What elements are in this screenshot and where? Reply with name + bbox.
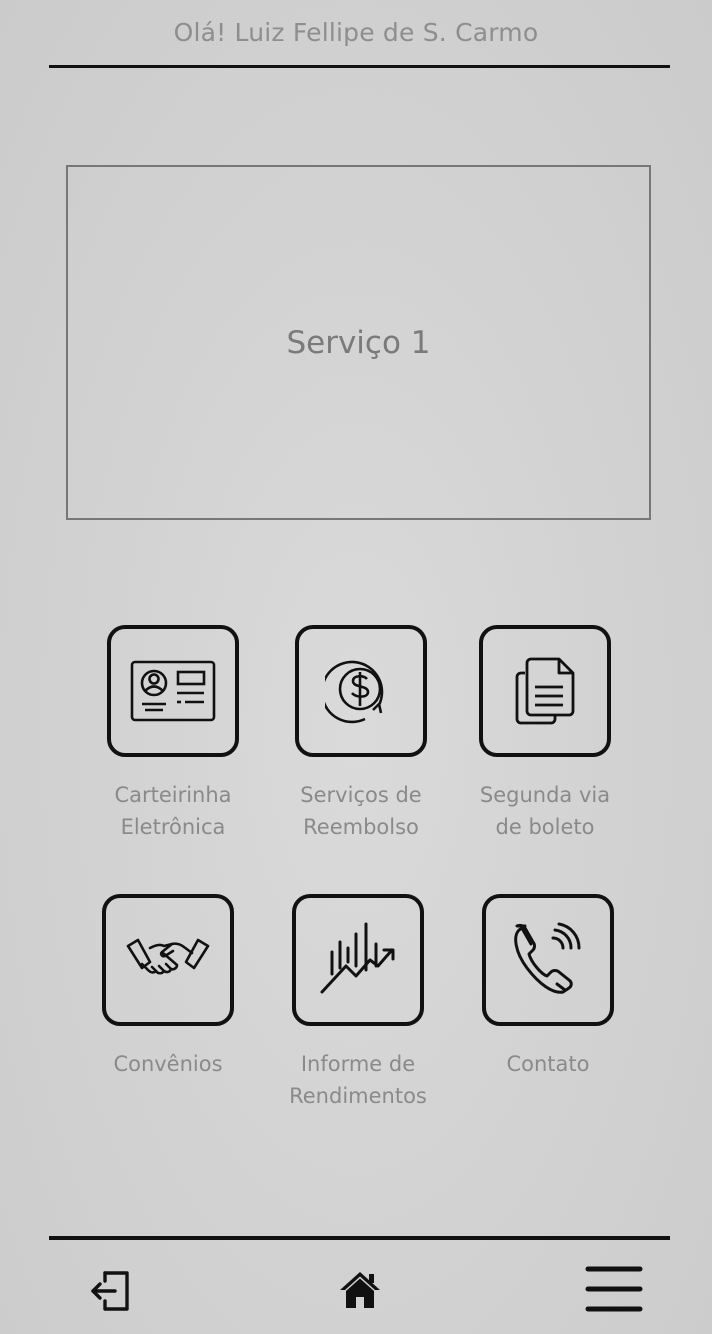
tile-carteirinha-label: Carteirinha Eletrônica [114,783,232,839]
phone-icon [514,922,581,994]
tile-contato-label: Contato [506,1052,590,1076]
tile-boleto-box[interactable] [479,625,611,757]
logout-button[interactable] [86,1266,136,1316]
id-card-icon [130,660,216,722]
logout-icon [91,1271,129,1311]
tile-carteirinha[interactable]: Carteirinha Eletrônica [73,625,273,843]
tile-reembolso-box[interactable] [295,625,427,757]
tile-reembolso-label: Serviços de Reembolso [300,783,422,839]
tile-carteirinha-box[interactable] [107,625,239,757]
tile-rendimentos[interactable]: Informe de Rendimentos [258,894,458,1112]
growth-chart-icon [320,922,395,994]
greeting: Olá! Luiz Fellipe de S. Carmo [173,18,539,47]
documents-icon [515,657,575,725]
tile-convenios-box[interactable] [102,894,234,1026]
refund-icon [325,660,384,724]
service-banner-label: Serviço 1 [286,324,431,361]
tile-boleto[interactable]: Segunda via de boleto [445,625,645,843]
tile-rendimentos-label: Informe de Rendimentos [289,1052,427,1108]
footer-divider [49,1236,670,1240]
menu-button[interactable] [584,1262,644,1316]
tile-convenios[interactable]: Convênios [68,894,268,1080]
home-icon [340,1272,380,1308]
home-button[interactable] [336,1266,384,1314]
tile-convenios-label: Convênios [113,1052,223,1076]
tile-boleto-label: Segunda via de boleto [479,783,611,839]
handshake-icon [126,938,210,975]
tile-rendimentos-box[interactable] [292,894,424,1026]
tile-reembolso[interactable]: Serviços de Reembolso [261,625,461,843]
tile-contato[interactable]: Contato [448,894,648,1080]
service-banner[interactable]: Serviço 1 [66,165,651,520]
menu-icon [585,1266,643,1312]
tile-contato-box[interactable] [482,894,614,1026]
header-divider [49,65,670,68]
